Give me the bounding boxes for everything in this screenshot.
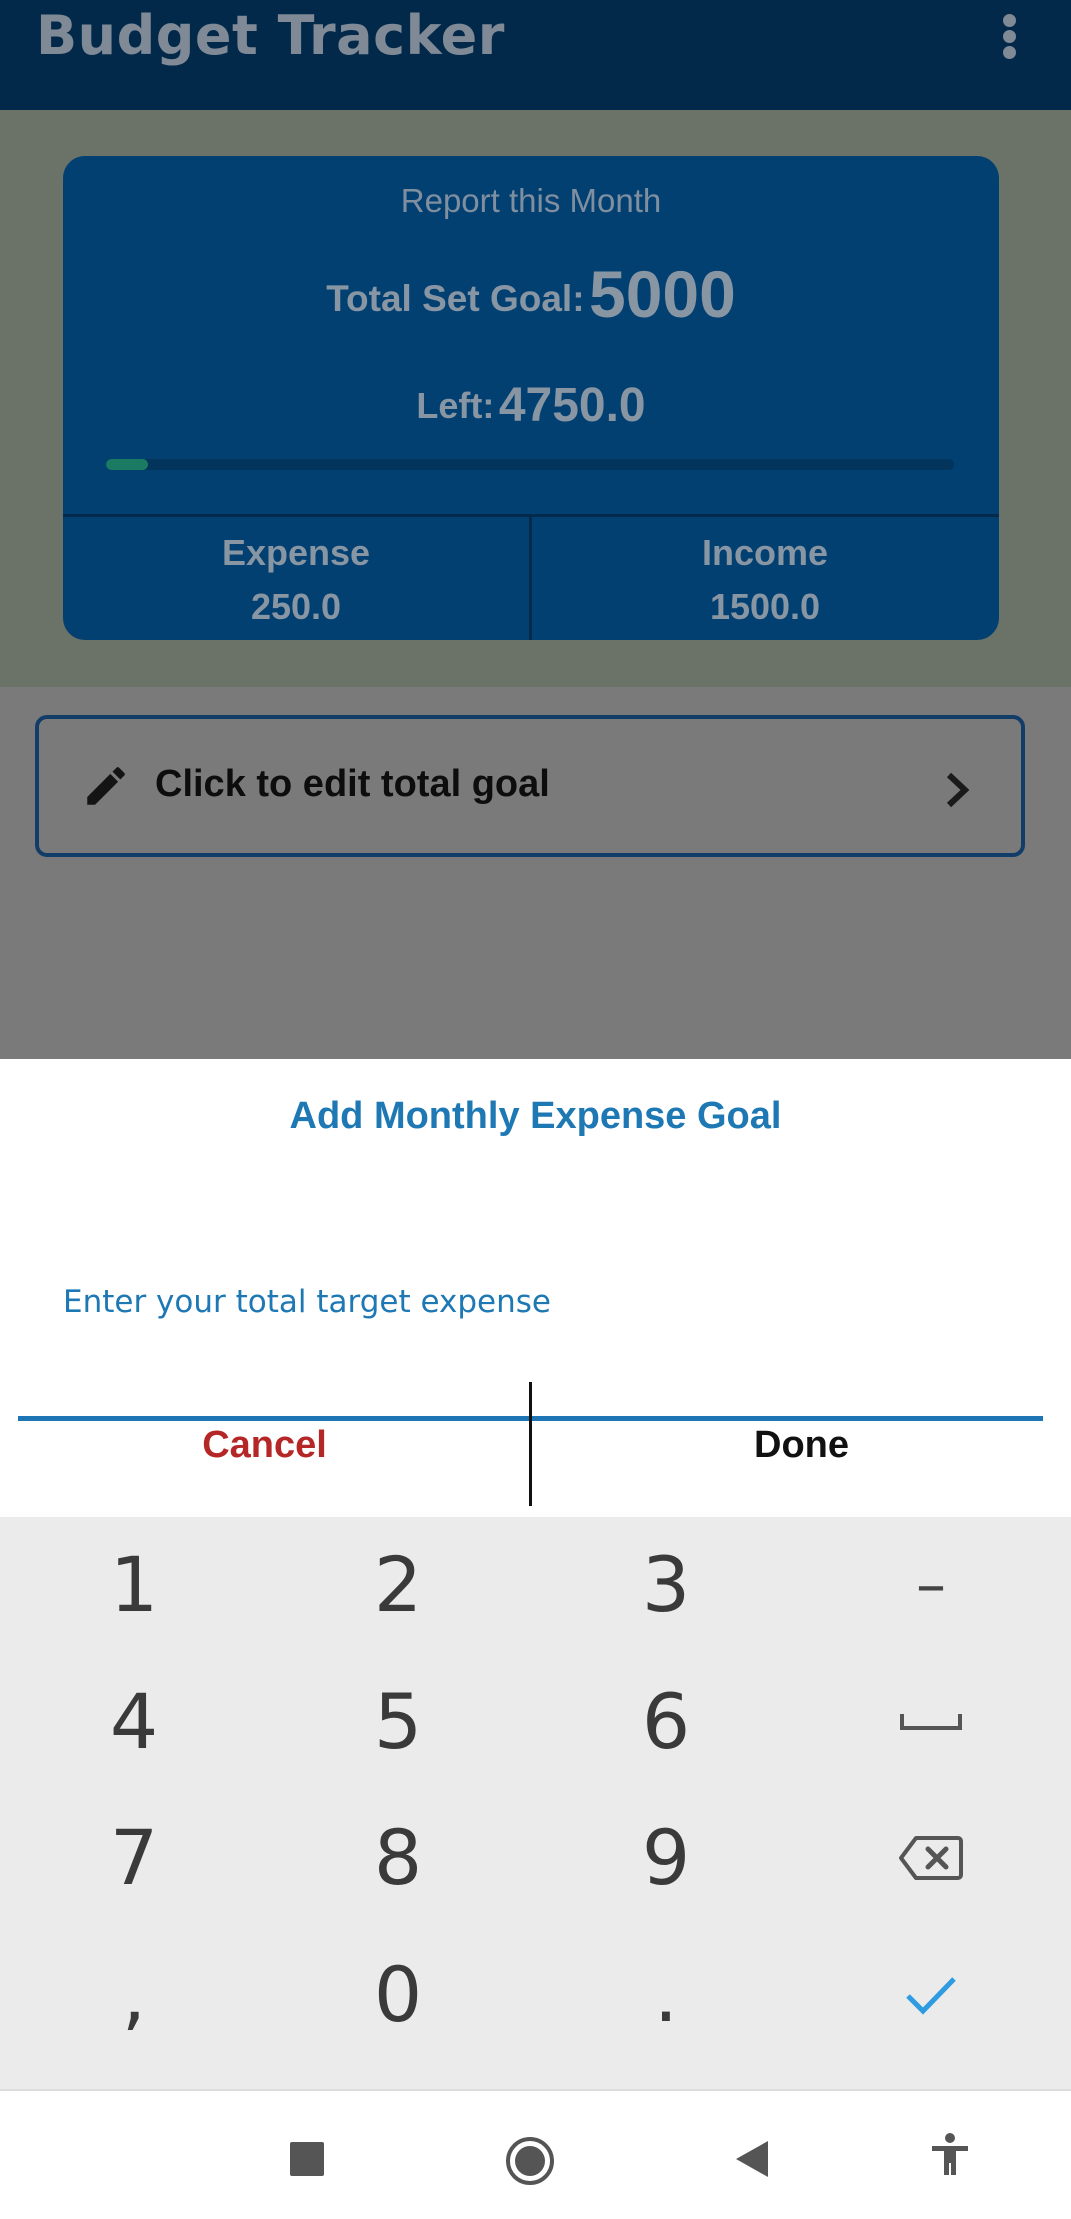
key-4[interactable]: 4	[0, 1654, 268, 1790]
left-value: 4750.0	[498, 379, 646, 432]
key-period[interactable]: .	[532, 1927, 800, 2063]
key-space[interactable]	[797, 1654, 1065, 1790]
report-title: Report this Month	[400, 182, 662, 219]
report-card: Report this Month Total Set Goal: 5000 L…	[63, 156, 999, 640]
key-enter[interactable]	[797, 1927, 1065, 2063]
backspace-icon	[899, 1836, 963, 1880]
key-comma[interactable]: ,	[0, 1927, 268, 2063]
app-bar: Budget Tracker	[0, 0, 1071, 110]
accessibility-icon[interactable]	[930, 2133, 970, 2177]
goal-progress-bar	[106, 459, 954, 470]
numeric-keyboard: 1 2 3 – 4 5 6 7 8 9 , 0 .	[0, 1517, 1071, 2089]
income-value: 1500.0	[709, 586, 821, 627]
home-icon[interactable]	[505, 2136, 555, 2186]
app-title: Budget Tracker	[36, 4, 505, 67]
edit-goal-button[interactable]: Click to edit total goal	[35, 715, 1025, 857]
left-label: Left:	[416, 385, 495, 426]
pencil-icon	[87, 767, 125, 805]
key-0[interactable]: 0	[264, 1927, 532, 2063]
left-row: Left: 4750.0	[63, 378, 999, 433]
key-3[interactable]: 3	[532, 1517, 800, 1653]
edit-goal-label: Click to edit total goal	[155, 763, 550, 805]
key-backspace[interactable]	[797, 1790, 1065, 1926]
expense-value: 250.0	[250, 586, 342, 627]
chevron-right-icon	[946, 772, 970, 808]
key-8[interactable]: 8	[264, 1790, 532, 1926]
expense-stat: Expense 250.0	[63, 526, 529, 634]
dialog-title: Add Monthly Expense Goal	[289, 1095, 782, 1137]
expense-label: Expense	[221, 532, 371, 573]
done-button[interactable]: Done	[532, 1389, 1071, 1501]
back-icon[interactable]	[734, 2139, 770, 2179]
key-9[interactable]: 9	[532, 1790, 800, 1926]
recent-apps-icon[interactable]	[290, 2142, 324, 2176]
key-1[interactable]: 1	[0, 1517, 268, 1653]
add-goal-dialog: Add Monthly Expense Goal Cancel Done	[0, 1059, 1071, 1517]
cancel-button[interactable]: Cancel	[0, 1389, 529, 1501]
total-goal-value: 5000	[588, 257, 736, 331]
total-goal-label: Total Set Goal:	[326, 278, 585, 319]
check-icon	[906, 1977, 956, 2015]
more-vert-icon[interactable]	[996, 8, 1024, 64]
key-6[interactable]: 6	[532, 1654, 800, 1790]
key-7[interactable]: 7	[0, 1790, 268, 1926]
space-icon	[900, 1714, 962, 1730]
key-5[interactable]: 5	[264, 1654, 532, 1790]
goal-progress-fill	[106, 459, 149, 470]
income-label: Income	[701, 532, 829, 573]
key-2[interactable]: 2	[264, 1517, 532, 1653]
key-minus[interactable]: –	[797, 1517, 1065, 1653]
system-navigation-bar	[0, 2089, 1071, 2219]
income-stat: Income 1500.0	[532, 526, 998, 634]
total-goal-row: Total Set Goal: 5000	[63, 256, 999, 332]
